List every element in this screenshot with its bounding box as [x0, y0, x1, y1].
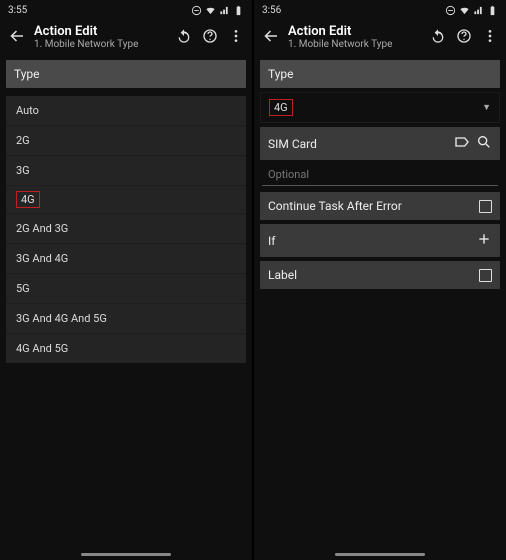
- undo-button[interactable]: [176, 28, 192, 47]
- type-value: 4G: [269, 99, 293, 116]
- dnd-icon: [445, 5, 456, 16]
- type-label: Type: [14, 67, 238, 81]
- continue-label: Continue Task After Error: [268, 199, 479, 213]
- help-button[interactable]: [202, 28, 218, 47]
- help-icon: [456, 28, 472, 44]
- type-option[interactable]: Auto: [6, 96, 246, 125]
- continue-row[interactable]: Continue Task After Error: [260, 192, 500, 220]
- battery-icon: [233, 5, 244, 16]
- search-button[interactable]: [476, 134, 492, 153]
- back-arrow-icon: [262, 27, 280, 45]
- if-label: If: [268, 234, 476, 248]
- page-title: Action Edit: [288, 24, 422, 39]
- simcard-input[interactable]: Optional: [262, 164, 498, 186]
- status-bar: 3:56: [254, 0, 506, 20]
- more-vert-icon: [482, 28, 498, 44]
- undo-icon: [176, 28, 192, 44]
- type-option[interactable]: 5G: [6, 273, 246, 303]
- type-option[interactable]: 2G: [6, 125, 246, 155]
- type-option[interactable]: 2G And 3G: [6, 213, 246, 243]
- wifi-icon: [205, 5, 216, 16]
- titlebar: Action Edit 1. Mobile Network Type: [254, 20, 506, 56]
- battery-icon: [487, 5, 498, 16]
- if-row[interactable]: If: [260, 224, 500, 257]
- type-header: Type: [6, 60, 246, 88]
- type-option[interactable]: 3G: [6, 155, 246, 185]
- label-label: Label: [268, 268, 479, 282]
- plus-icon: [476, 231, 492, 247]
- continue-checkbox[interactable]: [479, 200, 492, 213]
- search-icon: [476, 134, 492, 150]
- screen-action-edit: 3:56 Action Edit 1. Mobile Network Type: [254, 0, 506, 560]
- back-arrow-icon: [8, 27, 26, 45]
- type-option[interactable]: 3G And 4G: [6, 243, 246, 273]
- type-option-label: 4G: [16, 191, 40, 208]
- type-dropdown[interactable]: 4G ▼: [260, 92, 500, 123]
- type-option[interactable]: 4G And 5G: [6, 333, 246, 363]
- wifi-icon: [459, 5, 470, 16]
- type-option[interactable]: 3G And 4G And 5G: [6, 303, 246, 333]
- page-subtitle: 1. Mobile Network Type: [288, 39, 422, 50]
- dnd-icon: [191, 5, 202, 16]
- back-button[interactable]: [262, 27, 280, 48]
- nav-bar-hint: [335, 553, 425, 556]
- help-icon: [202, 28, 218, 44]
- status-bar: 3:55: [0, 0, 252, 20]
- more-vert-icon: [228, 28, 244, 44]
- placeholder-text: Optional: [268, 168, 309, 181]
- back-button[interactable]: [8, 27, 26, 48]
- status-time: 3:56: [262, 5, 281, 16]
- help-button[interactable]: [456, 28, 472, 47]
- page-subtitle: 1. Mobile Network Type: [34, 39, 168, 50]
- type-label: Type: [268, 67, 492, 81]
- tag-icon: [454, 134, 470, 150]
- status-time: 3:55: [8, 5, 27, 16]
- overflow-button[interactable]: [482, 28, 498, 47]
- tag-button[interactable]: [454, 134, 470, 153]
- overflow-button[interactable]: [228, 28, 244, 47]
- label-row[interactable]: Label: [260, 261, 500, 289]
- nav-bar-hint: [81, 553, 171, 556]
- type-options-list: Auto2G3G 4G 2G And 3G3G And 4G5G3G And 4G …: [6, 96, 246, 363]
- label-checkbox[interactable]: [479, 269, 492, 282]
- if-add-button[interactable]: [476, 231, 492, 250]
- page-title: Action Edit: [34, 24, 168, 39]
- dropdown-caret-icon: ▼: [482, 102, 491, 113]
- titlebar: Action Edit 1. Mobile Network Type: [0, 20, 252, 56]
- screen-type-picker: 3:55 Action Edit 1. Mobile Network Type: [0, 0, 252, 560]
- simcard-label: SIM Card: [268, 137, 454, 151]
- type-option[interactable]: 4G: [6, 185, 246, 213]
- signal-icon: [473, 5, 484, 16]
- signal-icon: [219, 5, 230, 16]
- undo-button[interactable]: [430, 28, 446, 47]
- undo-icon: [430, 28, 446, 44]
- simcard-row[interactable]: SIM Card: [260, 127, 500, 160]
- type-header: Type: [260, 60, 500, 88]
